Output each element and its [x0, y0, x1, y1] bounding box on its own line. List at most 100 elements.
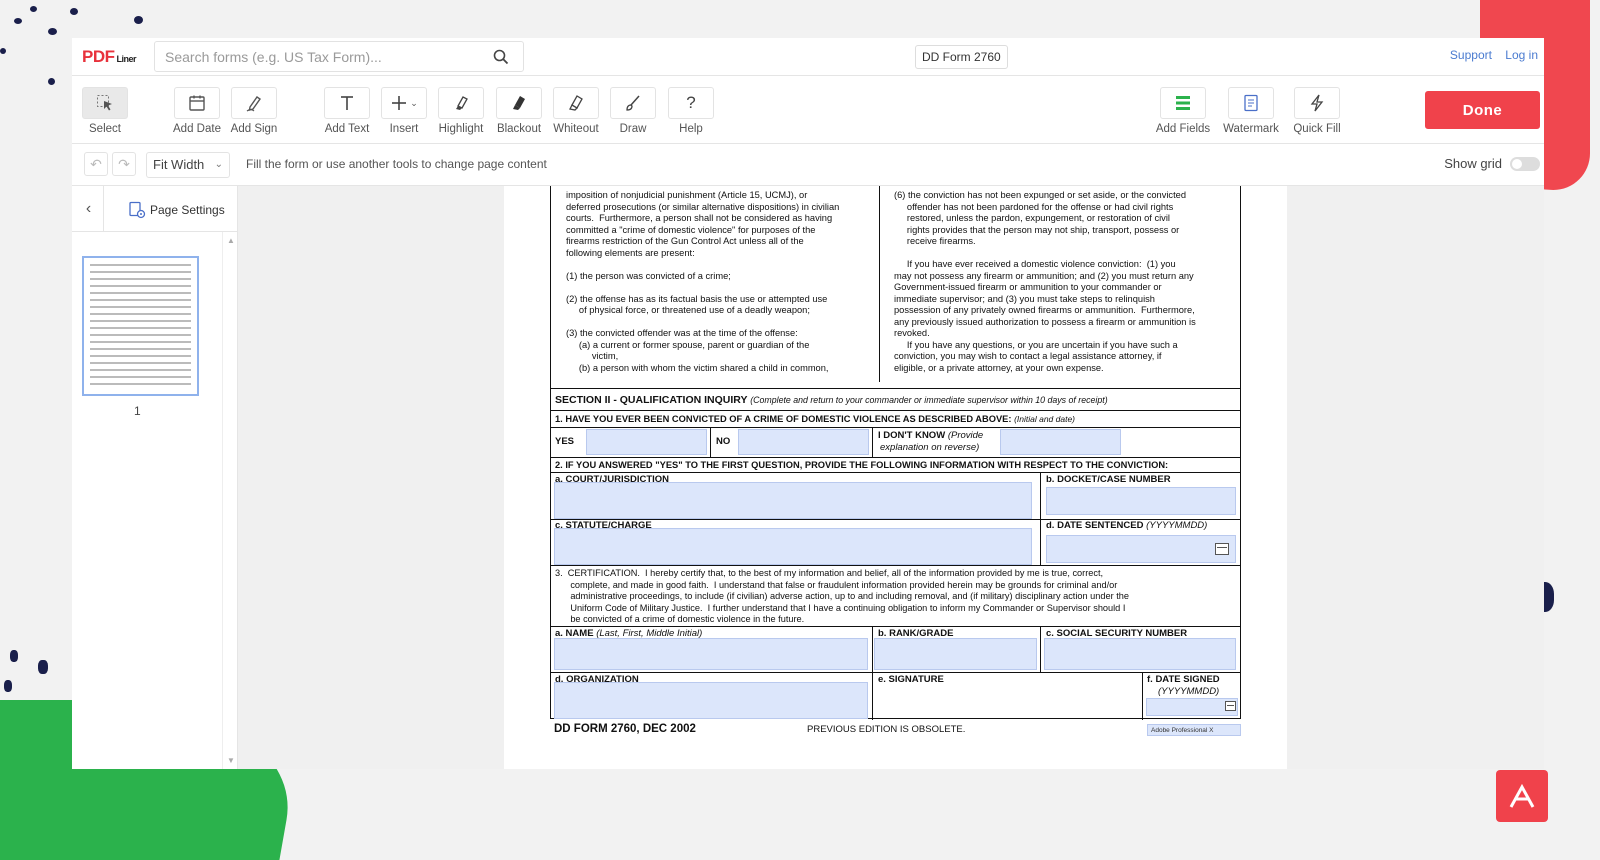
calendar-icon[interactable] [1225, 701, 1236, 711]
page-settings-button[interactable]: Page Settings [128, 201, 225, 219]
no-label: NO [716, 436, 731, 447]
show-grid-toggle[interactable]: Show grid [1444, 156, 1540, 171]
top-links: Support Log in [1440, 48, 1538, 62]
grid-switch[interactable] [1510, 156, 1540, 171]
whiteout-tool[interactable]: Whiteout [548, 87, 604, 135]
add-fields-tool[interactable]: Add Fields [1155, 87, 1211, 135]
text-line: firearms restriction of the Gun Control … [566, 236, 804, 246]
text-line: rights provides that the person may not … [894, 224, 1180, 235]
search-input[interactable] [155, 42, 475, 71]
statute-charge-field[interactable] [554, 528, 1032, 565]
info-left-column: imposition of nonjudicial punishment (Ar… [566, 190, 876, 374]
ssn-field[interactable] [1044, 638, 1236, 670]
court-jurisdiction-field[interactable] [554, 482, 1032, 519]
undo-icon[interactable]: ↶ [84, 152, 108, 176]
form-number: DD FORM 2760, DEC 2002 [554, 723, 696, 735]
text-line: of physical force, or threatened use of … [566, 305, 810, 315]
chevron-left-icon[interactable]: ‹ [74, 186, 104, 232]
calendar-icon[interactable] [1215, 543, 1229, 555]
text-line: immediate supervisor; and (3) you must t… [894, 293, 1155, 304]
zoom-select[interactable]: Fit Width ⌄ [146, 152, 230, 178]
no-field[interactable] [738, 429, 869, 455]
text-line: Government-issued firearm or ammunition … [894, 282, 1162, 292]
text-line: committed a "crime of domestic violence"… [566, 224, 816, 235]
docket-label: b. DOCKET/CASE NUMBER [1046, 474, 1171, 485]
docket-number-field[interactable] [1046, 487, 1236, 515]
lightning-icon [1310, 94, 1324, 112]
pdf-page: imposition of nonjudicial punishment (Ar… [504, 186, 1287, 769]
login-link[interactable]: Log in [1505, 48, 1538, 62]
scroll-up-icon[interactable]: ▲ [227, 236, 235, 245]
chevron-down-icon: ⌄ [410, 97, 418, 108]
page-sidebar: ‹ Page Settings 1 ▲ ▼ [72, 186, 238, 769]
dont-know-field[interactable] [1000, 429, 1121, 455]
toolbar: Select Add Date Add Sign Add Text ⌄ Inse… [72, 76, 1544, 144]
text-line: restored, unless the pardon, expungement… [894, 213, 1170, 223]
decor-dot [134, 16, 143, 24]
decor-dot [48, 28, 57, 35]
add-text-tool[interactable]: Add Text [319, 87, 375, 135]
redo-icon[interactable]: ↷ [112, 152, 136, 176]
help-tool[interactable]: ? Help [663, 87, 719, 135]
date-signed-label: f. DATE SIGNED [1147, 674, 1220, 685]
date-sentenced-label: d. DATE SENTENCED (YYYYMMDD) [1046, 520, 1208, 531]
insert-tool[interactable]: ⌄ Insert [376, 87, 432, 135]
search-box [154, 41, 524, 72]
date-sentenced-field[interactable] [1046, 535, 1236, 563]
decor-dot [10, 650, 18, 662]
text-icon [341, 96, 353, 110]
question-1: 1. HAVE YOU EVER BEEN CONVICTED OF A CRI… [555, 414, 1076, 424]
logo[interactable]: PDF Liner [82, 47, 137, 67]
text-line [566, 282, 876, 294]
highlight-tool[interactable]: Highlight [433, 87, 489, 135]
document-title: DD Form 2760 [915, 45, 1008, 69]
text-line: (3) the convicted offender was at the ti… [566, 328, 798, 338]
dont-know-note: explanation on reverse) [880, 442, 980, 453]
page-settings-icon [129, 201, 146, 219]
text-line: administrative proceedings, to include (… [555, 591, 1129, 601]
done-button[interactable]: Done [1425, 91, 1540, 129]
fields-icon [1176, 96, 1190, 110]
name-field[interactable] [554, 638, 868, 670]
text-line: revoked. [894, 328, 930, 338]
hint-text: Fill the form or use another tools to ch… [246, 157, 547, 171]
text-line: possession of any privately owned firear… [894, 305, 1195, 315]
text-line: (b) a person with whom the victim shared… [566, 362, 829, 373]
signature-label: e. SIGNATURE [878, 674, 944, 685]
decor-dot [70, 8, 78, 15]
rank-grade-field[interactable] [874, 638, 1037, 670]
select-tool[interactable]: Select [77, 87, 133, 135]
support-link[interactable]: Support [1450, 48, 1492, 62]
highlighter-icon [456, 96, 468, 110]
info-right-column: (6) the conviction has not been expunged… [894, 190, 1234, 374]
blackout-tool[interactable]: Blackout [491, 87, 547, 135]
organization-field[interactable] [554, 682, 868, 719]
watermark-tool[interactable]: Watermark [1223, 87, 1279, 135]
page-thumbnail[interactable] [82, 256, 199, 396]
draw-tool[interactable]: Draw [605, 87, 661, 135]
add-date-tool[interactable]: Add Date [169, 87, 225, 135]
previous-edition-note: PREVIOUS EDITION IS OBSOLETE. [807, 724, 966, 735]
certification-text: 3. CERTIFICATION. I hereby certify that,… [555, 568, 1239, 626]
text-line [566, 259, 876, 271]
watermark-icon [1244, 94, 1258, 112]
text-line: (a) a current or former spouse, parent o… [566, 339, 810, 350]
text-line: any previously issued authorization to p… [894, 316, 1196, 327]
scroll-down-icon[interactable]: ▼ [227, 756, 235, 765]
text-line: receive firearms. [894, 236, 976, 246]
chevron-down-icon: ⌄ [214, 159, 223, 170]
text-line: complete, and made in good faith. I unde… [555, 579, 1118, 590]
top-bar: PDFLiner DD Form 2760 Support Log in [72, 38, 1544, 76]
yes-field[interactable] [586, 429, 707, 455]
text-line: (1) the person was convicted of a crime; [566, 270, 731, 281]
blackout-icon [513, 96, 525, 110]
text-line: If you have ever received a domestic vio… [894, 259, 1176, 269]
document-viewer: imposition of nonjudicial punishment (Ar… [238, 186, 1544, 769]
add-sign-tool[interactable]: Add Sign [226, 87, 282, 135]
quick-fill-tool[interactable]: Quick Fill [1289, 87, 1345, 135]
sidebar-header: ‹ Page Settings [72, 186, 237, 232]
decor-dot [30, 6, 37, 12]
search-icon[interactable] [493, 49, 509, 65]
sidebar-scrollbar[interactable]: ▲ ▼ [222, 232, 238, 769]
pen-sign-icon [246, 96, 261, 112]
